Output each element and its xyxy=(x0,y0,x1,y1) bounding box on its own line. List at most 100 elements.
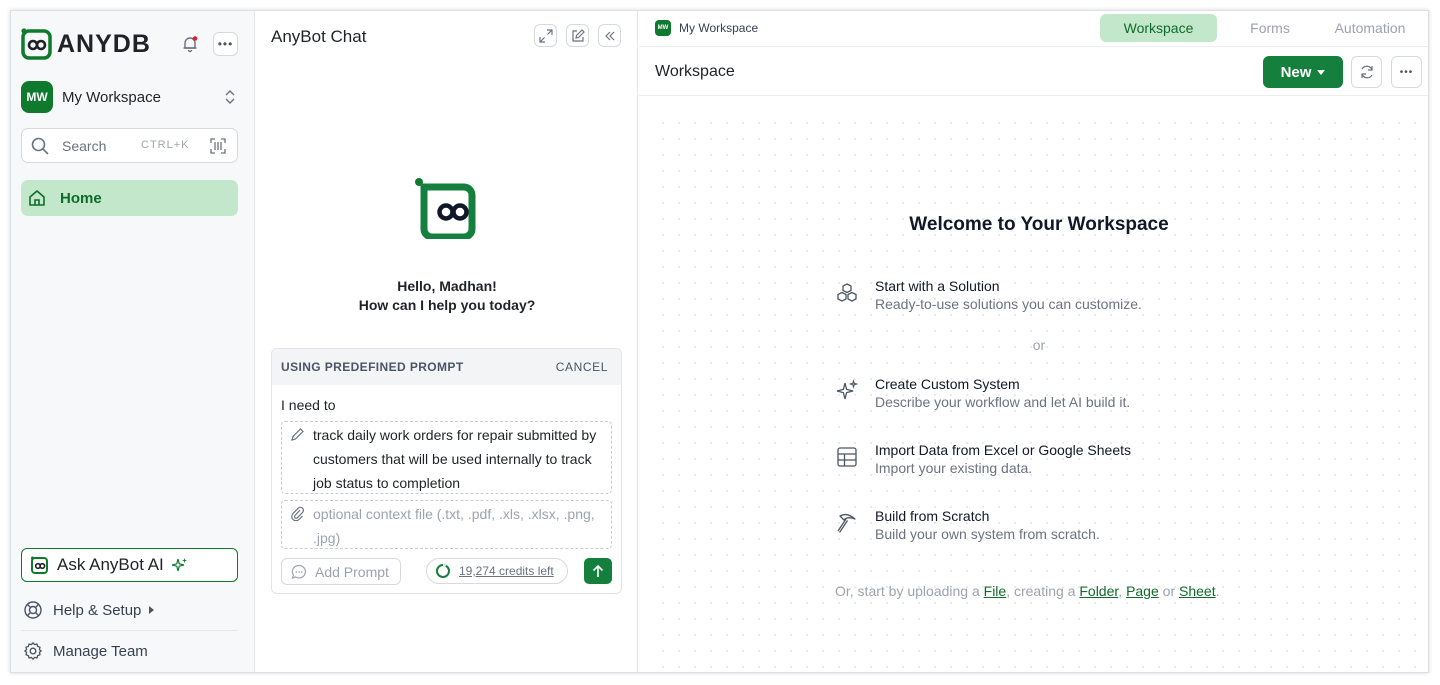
welcome-heading: Welcome to Your Workspace xyxy=(909,214,1169,235)
caret-right-icon xyxy=(149,606,155,614)
chevron-up-down-icon xyxy=(225,90,235,104)
new-chat-button[interactable] xyxy=(566,24,589,47)
ask-anybot-button[interactable]: Ask AnyBot AI xyxy=(21,548,238,582)
scan-icon[interactable] xyxy=(210,138,226,154)
greeting-line1: Hello, Madhan! xyxy=(397,278,497,294)
sidebar-more-button[interactable]: ••• xyxy=(213,32,238,56)
option-title: Create Custom System xyxy=(875,376,1020,392)
new-button-label: New xyxy=(1280,63,1312,81)
option-title: Start with a Solution xyxy=(875,278,1000,294)
anydb-logo-icon xyxy=(21,28,52,60)
prompt-intro: I need to xyxy=(281,397,336,413)
option-subtitle: Describe your workflow and let AI build … xyxy=(875,394,1131,410)
search-label: Search xyxy=(62,137,107,154)
workspace-name: My Workspace xyxy=(62,88,161,106)
option-import-data[interactable]: Import Data from Excel or Google Sheets … xyxy=(835,441,1131,477)
ellipsis-icon: ••• xyxy=(217,37,234,51)
lifebuoy-icon xyxy=(24,601,42,619)
context-placeholder: optional context file (.txt, .pdf, .xls,… xyxy=(313,506,595,546)
notifications-button[interactable] xyxy=(179,33,201,55)
workspace-badge: MW xyxy=(655,20,671,36)
anybot-logo-icon xyxy=(415,178,476,239)
option-build-from-scratch[interactable]: Build from Scratch Build your own system… xyxy=(835,507,1100,543)
send-button[interactable] xyxy=(584,558,612,584)
sparkle-icon xyxy=(836,379,859,400)
hint-end: . xyxy=(1215,583,1220,599)
progress-ring-icon xyxy=(436,563,450,578)
sidebar-item-home[interactable]: Home xyxy=(21,180,238,216)
page-header: Workspace New ••• xyxy=(639,48,1428,96)
add-prompt-button[interactable]: Add Prompt xyxy=(281,558,401,585)
hint-prefix: Or, start by uploading a xyxy=(835,583,984,599)
create-folder-link[interactable]: Folder xyxy=(1079,583,1118,599)
sidebar-divider xyxy=(21,630,238,631)
create-sheet-link[interactable]: Sheet xyxy=(1179,583,1216,599)
anybot-icon xyxy=(31,556,48,574)
help-setup-link[interactable]: Help & Setup xyxy=(23,598,238,622)
sparkle-icon xyxy=(171,558,187,572)
option-title: Import Data from Excel or Google Sheets xyxy=(875,442,1131,458)
cancel-button[interactable]: CANCEL xyxy=(556,360,608,374)
ask-anybot-label: Ask AnyBot AI xyxy=(57,555,164,574)
search-box[interactable]: Search CTRL+K xyxy=(21,128,238,163)
caret-down-icon xyxy=(1317,69,1326,75)
chat-bubble-icon xyxy=(291,564,307,579)
option-subtitle: Import your existing data. xyxy=(875,460,1033,476)
workspace-switcher[interactable]: MW My Workspace xyxy=(21,81,238,113)
refresh-icon xyxy=(1360,65,1373,79)
bell-icon xyxy=(183,36,198,53)
new-button[interactable]: New xyxy=(1263,56,1343,88)
upload-hint: Or, start by uploading a File, creating … xyxy=(835,583,1219,599)
hint-text: , creating a xyxy=(1006,583,1080,599)
task-text: track daily work orders for repair submi… xyxy=(313,427,597,491)
option-start-with-solution[interactable]: Start with a Solution Ready-to-use solut… xyxy=(835,277,1142,313)
brand-name: ANYDB xyxy=(57,29,151,58)
workspace-avatar: MW xyxy=(21,81,53,113)
table-icon xyxy=(837,447,857,467)
upload-file-link[interactable]: File xyxy=(984,583,1007,599)
task-input[interactable]: track daily work orders for repair submi… xyxy=(281,421,612,494)
chat-panel: AnyBot Chat Hello, Madhan! How can I hel… xyxy=(256,11,638,672)
chevrons-left-icon xyxy=(604,31,614,40)
context-file-input[interactable]: optional context file (.txt, .pdf, .xls,… xyxy=(281,500,612,549)
expand-button[interactable] xyxy=(534,24,557,47)
search-icon xyxy=(31,137,49,155)
greeting-line2: How can I help you today? xyxy=(358,297,536,313)
brand-logo[interactable]: ANYDB xyxy=(21,28,151,60)
page-title: Workspace xyxy=(655,63,735,80)
tab-workspace[interactable]: Workspace xyxy=(1100,14,1217,42)
app-window: ANYDB ••• MW My Workspace Search CTRL+K … xyxy=(10,10,1429,673)
sidebar-item-label: Home xyxy=(60,189,102,207)
or-separator: or xyxy=(1032,337,1046,353)
home-icon xyxy=(29,190,45,206)
pickaxe-icon xyxy=(837,513,856,533)
chat-title: AnyBot Chat xyxy=(271,27,367,46)
manage-team-label: Manage Team xyxy=(53,642,148,660)
hint-comma: , xyxy=(1118,583,1127,599)
paperclip-icon xyxy=(291,506,304,521)
tab-automation[interactable]: Automation xyxy=(1315,14,1425,42)
create-page-link[interactable]: Page xyxy=(1126,583,1159,599)
credits-link[interactable]: 19,274 credits left xyxy=(426,558,568,584)
manage-team-link[interactable]: Manage Team xyxy=(23,639,238,663)
tab-forms[interactable]: Forms xyxy=(1225,14,1315,42)
cubes-icon xyxy=(837,283,857,302)
refresh-button[interactable] xyxy=(1351,56,1382,88)
collapse-chat-button[interactable] xyxy=(598,24,621,47)
main-more-button[interactable]: ••• xyxy=(1391,56,1422,88)
top-bar: MW My Workspace Workspace Forms Automati… xyxy=(639,11,1428,47)
search-shortcut: CTRL+K xyxy=(141,139,190,151)
option-create-custom-system[interactable]: Create Custom System Describe your workf… xyxy=(835,375,1130,411)
prompt-card-header: USING PREDEFINED PROMPT CANCEL xyxy=(272,349,621,385)
breadcrumb-workspace[interactable]: My Workspace xyxy=(679,21,758,35)
prompt-card-title: USING PREDEFINED PROMPT xyxy=(281,360,464,374)
sidebar: ANYDB ••• MW My Workspace Search CTRL+K … xyxy=(11,11,255,672)
option-subtitle: Ready-to-use solutions you can customize… xyxy=(875,296,1142,312)
ellipsis-icon: ••• xyxy=(1399,66,1414,78)
help-setup-label: Help & Setup xyxy=(53,601,142,619)
main-area: MW My Workspace Workspace Forms Automati… xyxy=(639,11,1428,672)
predefined-prompt-card: USING PREDEFINED PROMPT CANCEL I need to… xyxy=(271,348,622,594)
hint-or: or xyxy=(1158,583,1179,599)
arrow-up-icon xyxy=(592,564,604,577)
edit-icon xyxy=(571,28,585,42)
